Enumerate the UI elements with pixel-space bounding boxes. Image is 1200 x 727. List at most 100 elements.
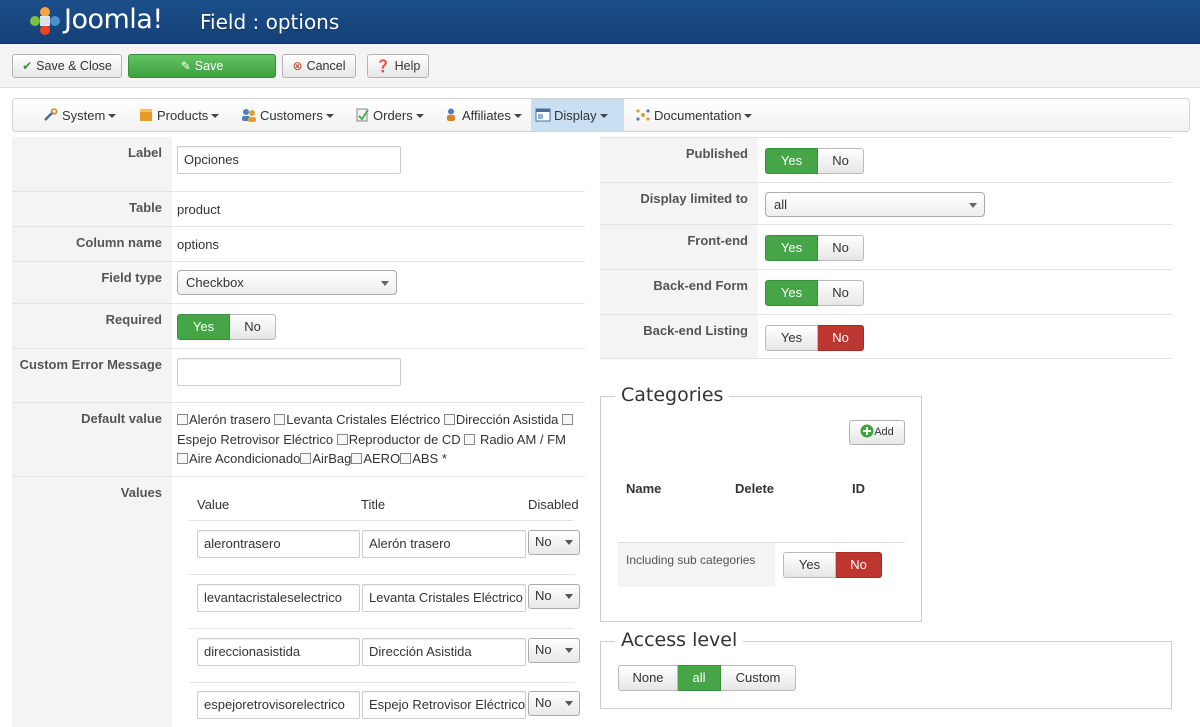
- checkbox[interactable]: [400, 453, 412, 464]
- menu-products[interactable]: Products: [134, 99, 223, 131]
- default-value-checkboxes: Alerón trasero Levanta Cristales Eléctri…: [177, 410, 575, 469]
- help-icon: ❓: [375, 59, 391, 73]
- chevron-down-icon: [969, 203, 977, 208]
- label-input[interactable]: Opciones: [177, 146, 401, 174]
- menu-orders[interactable]: Orders: [350, 99, 428, 131]
- checkbox[interactable]: [274, 414, 286, 425]
- value-input[interactable]: levantacristaleselectrico: [197, 584, 360, 612]
- backend-listing-yes-button[interactable]: Yes: [765, 325, 818, 351]
- save-button[interactable]: ✎ Save: [128, 54, 276, 78]
- required-marker: *: [441, 451, 447, 466]
- values-header-title: Title: [361, 497, 386, 512]
- access-custom-button[interactable]: Custom: [721, 665, 796, 691]
- joomla-logo-text: Joomla!: [64, 4, 163, 35]
- value-input[interactable]: espejoretrovisorelectrico: [197, 691, 360, 719]
- custom-error-input[interactable]: [177, 358, 401, 386]
- checkbox[interactable]: [464, 433, 476, 445]
- categories-fieldset: Categories Add Name Delete ID Including …: [600, 384, 922, 622]
- save-close-button[interactable]: ✔ Save & Close: [12, 54, 122, 78]
- title-input[interactable]: Levanta Cristales Eléctrico: [362, 584, 526, 612]
- help-button[interactable]: ❓ Help: [367, 54, 429, 78]
- front-end-yes-button[interactable]: Yes: [765, 235, 818, 261]
- sub-categories-label: Including sub categories: [626, 553, 756, 567]
- box-icon: [140, 109, 152, 121]
- menu-documentation[interactable]: Documentation: [631, 99, 756, 131]
- sub-categories-yes-button[interactable]: Yes: [783, 552, 836, 578]
- checkbox-label: ABS: [412, 451, 439, 466]
- access-all-button[interactable]: all: [678, 665, 721, 691]
- menu-system[interactable]: System: [39, 99, 120, 131]
- required-yes-button[interactable]: Yes: [177, 314, 230, 340]
- field-type-select[interactable]: Checkbox: [177, 270, 397, 295]
- backend-form-no-button[interactable]: No: [818, 280, 864, 306]
- display-limited-row: Display limited to all: [600, 182, 1172, 224]
- checkbox[interactable]: [177, 414, 188, 425]
- custom-error-label: Custom Error Message: [12, 349, 172, 402]
- disabled-select[interactable]: No: [528, 638, 580, 663]
- disabled-select[interactable]: No: [528, 691, 580, 716]
- menu-affiliates[interactable]: Affiliates: [439, 99, 526, 131]
- checkbox[interactable]: [443, 414, 455, 425]
- checkbox[interactable]: [177, 453, 188, 464]
- checkbox[interactable]: [562, 414, 574, 425]
- front-end-row: Front-end Yes No: [600, 224, 1172, 269]
- published-no-button[interactable]: No: [818, 148, 864, 174]
- table-row: Table product: [12, 191, 585, 226]
- chevron-down-icon: [381, 281, 389, 286]
- access-level-legend: Access level: [615, 629, 744, 651]
- backend-form-yes-button[interactable]: Yes: [765, 280, 818, 306]
- documentation-icon: [636, 109, 650, 121]
- disabled-select[interactable]: No: [528, 584, 580, 609]
- published-toggle: Yes No: [765, 148, 864, 174]
- display-limited-select[interactable]: all: [765, 192, 985, 217]
- access-level-toggle: None all Custom: [618, 665, 796, 691]
- backend-listing-row: Back-end Listing Yes No: [600, 314, 1172, 359]
- cancel-button[interactable]: ⊗ Cancel: [282, 54, 356, 78]
- backend-listing-toggle: Yes No: [765, 325, 864, 351]
- value-input[interactable]: alerontrasero: [197, 530, 360, 558]
- checkbox[interactable]: [336, 433, 348, 445]
- front-end-label: Front-end: [600, 225, 758, 269]
- values-header-disabled: Disabled: [528, 497, 579, 512]
- backend-form-row: Back-end Form Yes No: [600, 269, 1172, 314]
- checkbox-label: AERO: [363, 451, 401, 466]
- value-input[interactable]: direccionasistida: [197, 638, 360, 666]
- required-no-button[interactable]: No: [230, 314, 276, 340]
- sub-categories-no-button[interactable]: No: [836, 552, 882, 578]
- title-input[interactable]: Dirección Asistida: [362, 638, 526, 666]
- published-yes-button[interactable]: Yes: [765, 148, 818, 174]
- categories-col-name: Name: [626, 481, 662, 496]
- column-name-label: Column name: [12, 227, 172, 261]
- menu-customers[interactable]: Customers: [237, 99, 338, 131]
- published-label: Published: [600, 138, 758, 182]
- check-icon: ✔: [22, 59, 33, 73]
- divider: [189, 520, 574, 521]
- checkbox[interactable]: [300, 453, 312, 464]
- menu-display[interactable]: Display: [531, 99, 624, 131]
- divider: [189, 628, 574, 629]
- title-input[interactable]: Alerón trasero: [362, 530, 526, 558]
- access-level-fieldset: Access level None all Custom: [600, 629, 1172, 709]
- label-label: Label: [12, 137, 172, 191]
- title-input[interactable]: Espejo Retrovisor Eléctrico: [362, 691, 526, 719]
- disabled-select[interactable]: No: [528, 530, 580, 555]
- backend-form-toggle: Yes No: [765, 280, 864, 306]
- sub-categories-toggle: Yes No: [783, 552, 882, 578]
- chevron-down-icon: [565, 701, 573, 706]
- column-name-value: options: [177, 237, 219, 252]
- label-row: Label Opciones: [12, 137, 585, 191]
- values-table: Value Title Disabled alerontrasero Aleró…: [177, 477, 585, 727]
- checkbox-label: Levanta Cristales Eléctrico: [286, 412, 441, 427]
- affiliates-icon: [447, 108, 455, 121]
- backend-listing-no-button[interactable]: No: [818, 325, 864, 351]
- table-value: product: [177, 202, 221, 217]
- checkbox[interactable]: [351, 453, 363, 464]
- field-type-label: Field type: [12, 262, 172, 303]
- joomla-logo-icon: [30, 7, 60, 35]
- front-end-no-button[interactable]: No: [818, 235, 864, 261]
- access-none-button[interactable]: None: [618, 665, 678, 691]
- table-label: Table: [12, 192, 172, 226]
- display-window-icon: [535, 108, 551, 122]
- users-icon: [242, 109, 256, 122]
- add-category-button[interactable]: Add: [849, 420, 905, 445]
